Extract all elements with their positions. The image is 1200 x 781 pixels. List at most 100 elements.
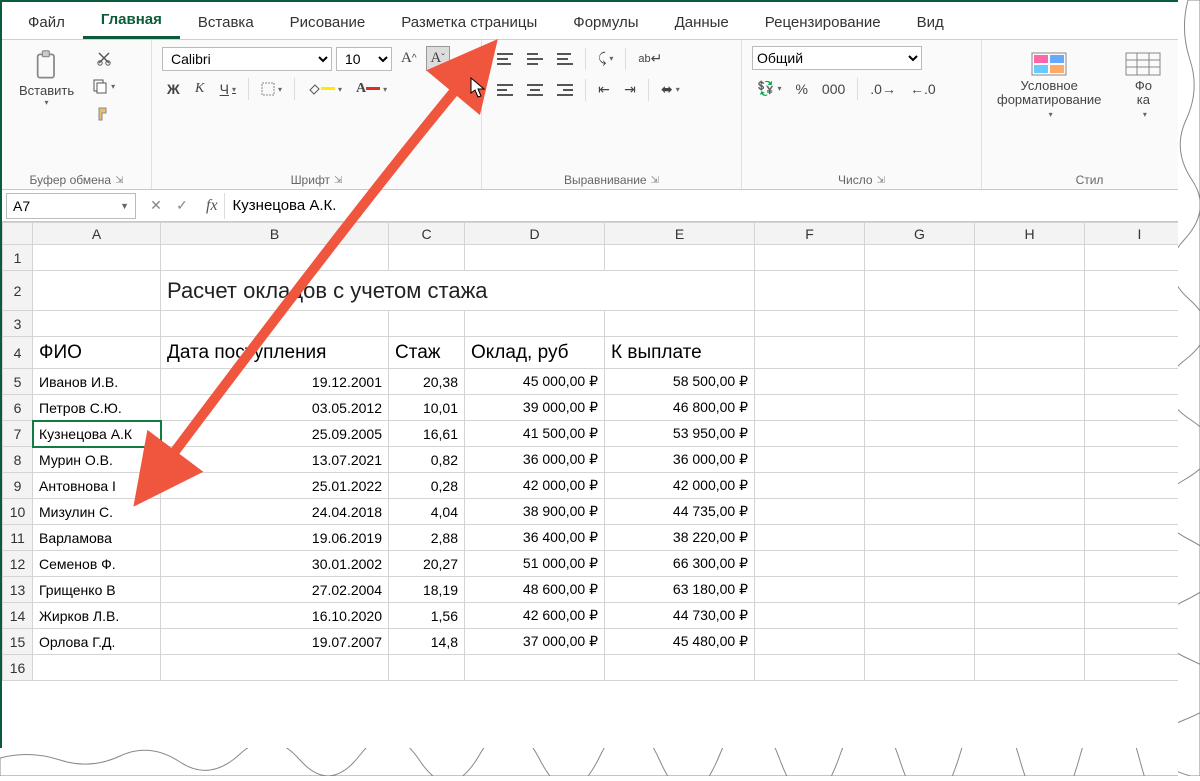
tab-review[interactable]: Рецензирование (747, 6, 899, 39)
cell-D6[interactable]: 39 000,00 ₽ (465, 395, 605, 421)
cell-A16[interactable] (33, 655, 161, 681)
cell-A13[interactable]: Грищенко В (33, 577, 161, 603)
tab-draw[interactable]: Рисование (272, 6, 384, 39)
cell-G14[interactable] (865, 603, 975, 629)
cell-B16[interactable] (161, 655, 389, 681)
cell-F7[interactable] (755, 421, 865, 447)
name-box[interactable]: A7 ▼ (6, 193, 136, 219)
cell-E8[interactable]: 36 000,00 ₽ (605, 447, 755, 473)
cell-E11[interactable]: 38 220,00 ₽ (605, 525, 755, 551)
format-as-table-button[interactable]: Фока (1120, 46, 1166, 123)
row-header-8[interactable]: 8 (3, 447, 33, 473)
cell-F6[interactable] (755, 395, 865, 421)
cell-D5[interactable]: 45 000,00 ₽ (465, 369, 605, 395)
cell-E9[interactable]: 42 000,00 ₽ (605, 473, 755, 499)
cell-E16[interactable] (605, 655, 755, 681)
cell-C16[interactable] (389, 655, 465, 681)
cell-B15[interactable]: 19.07.2007 (161, 629, 389, 655)
cell-C10[interactable]: 4,04 (389, 499, 465, 525)
cell-H12[interactable] (975, 551, 1085, 577)
tab-formulas[interactable]: Формулы (555, 6, 656, 39)
cell-F2[interactable] (755, 271, 865, 311)
cell-G12[interactable] (865, 551, 975, 577)
cell-A7[interactable]: Кузнецова А.К (33, 421, 161, 447)
cell-C1[interactable] (389, 245, 465, 271)
cell-G16[interactable] (865, 655, 975, 681)
cell-D10[interactable]: 38 900,00 ₽ (465, 499, 605, 525)
cell-A2[interactable] (33, 271, 161, 311)
cell-G13[interactable] (865, 577, 975, 603)
column-header-A[interactable]: A (33, 223, 161, 245)
cell-D8[interactable]: 36 000,00 ₽ (465, 447, 605, 473)
cell-A10[interactable]: Мизулин С. (33, 499, 161, 525)
decrease-indent-button[interactable]: ⇤ (593, 77, 615, 102)
accept-formula-icon[interactable]: ✓ (170, 197, 194, 214)
tab-file[interactable]: Файл (10, 6, 83, 39)
font-dialog-launcher[interactable]: ⇲ (334, 175, 342, 186)
merge-center-button[interactable]: ⬌ (656, 77, 685, 102)
row-header-14[interactable]: 14 (3, 603, 33, 629)
cancel-formula-icon[interactable]: ✕ (144, 197, 168, 214)
cell-D1[interactable] (465, 245, 605, 271)
paste-button[interactable]: Вставить ▾ (12, 46, 81, 110)
cell-C6[interactable]: 10,01 (389, 395, 465, 421)
cell-C12[interactable]: 20,27 (389, 551, 465, 577)
row-header-13[interactable]: 13 (3, 577, 33, 603)
tab-layout[interactable]: Разметка страницы (383, 6, 555, 39)
cell-B13[interactable]: 27.02.2004 (161, 577, 389, 603)
increase-decimal-button[interactable]: .0→ (865, 77, 901, 101)
cell-G6[interactable] (865, 395, 975, 421)
cell-A5[interactable]: Иванов И.В. (33, 369, 161, 395)
cell-C11[interactable]: 2,88 (389, 525, 465, 551)
cell-B1[interactable] (161, 245, 389, 271)
tab-home[interactable]: Главная (83, 3, 180, 39)
cell-E1[interactable] (605, 245, 755, 271)
cell-B2[interactable]: Расчет окладов с учетом стажа (161, 271, 755, 311)
cell-F15[interactable] (755, 629, 865, 655)
cell-H3[interactable] (975, 311, 1085, 337)
alignment-dialog-launcher[interactable]: ⇲ (651, 175, 659, 186)
cell-D15[interactable]: 37 000,00 ₽ (465, 629, 605, 655)
cell-F5[interactable] (755, 369, 865, 395)
italic-button[interactable]: К (189, 77, 211, 101)
font-size-select[interactable]: 10 (336, 47, 392, 71)
row-header-15[interactable]: 15 (3, 629, 33, 655)
cell-D13[interactable]: 48 600,00 ₽ (465, 577, 605, 603)
orientation-button[interactable]: ⤹ (593, 46, 618, 71)
align-left-button[interactable] (492, 79, 518, 101)
cell-B5[interactable]: 19.12.2001 (161, 369, 389, 395)
cell-E12[interactable]: 66 300,00 ₽ (605, 551, 755, 577)
cell-H13[interactable] (975, 577, 1085, 603)
cell-F8[interactable] (755, 447, 865, 473)
cell-A1[interactable] (33, 245, 161, 271)
cell-B10[interactable]: 24.04.2018 (161, 499, 389, 525)
font-color-button[interactable]: A (351, 77, 392, 101)
cell-C3[interactable] (389, 311, 465, 337)
cell-F4[interactable] (755, 337, 865, 369)
cell-C7[interactable]: 16,61 (389, 421, 465, 447)
cell-H15[interactable] (975, 629, 1085, 655)
cell-G10[interactable] (865, 499, 975, 525)
cell-F10[interactable] (755, 499, 865, 525)
percent-format-button[interactable]: % (790, 77, 812, 101)
cell-G1[interactable] (865, 245, 975, 271)
row-header-2[interactable]: 2 (3, 271, 33, 311)
wrap-text-button[interactable]: ab↵ (633, 46, 667, 71)
row-header-12[interactable]: 12 (3, 551, 33, 577)
row-header-1[interactable]: 1 (3, 245, 33, 271)
cell-G7[interactable] (865, 421, 975, 447)
cell-H7[interactable] (975, 421, 1085, 447)
cell-D14[interactable]: 42 600,00 ₽ (465, 603, 605, 629)
row-header-9[interactable]: 9 (3, 473, 33, 499)
decrease-decimal-button[interactable]: ←.0 (905, 77, 941, 101)
align-middle-button[interactable] (522, 48, 548, 70)
tab-view[interactable]: Вид (899, 6, 962, 39)
cell-A14[interactable]: Жирков Л.В. (33, 603, 161, 629)
cell-F3[interactable] (755, 311, 865, 337)
cell-E10[interactable]: 44 735,00 ₽ (605, 499, 755, 525)
row-header-10[interactable]: 10 (3, 499, 33, 525)
align-bottom-button[interactable] (552, 48, 578, 70)
cell-B12[interactable]: 30.01.2002 (161, 551, 389, 577)
increase-font-button[interactable]: A^ (396, 46, 422, 71)
increase-indent-button[interactable]: ⇥ (619, 77, 641, 102)
